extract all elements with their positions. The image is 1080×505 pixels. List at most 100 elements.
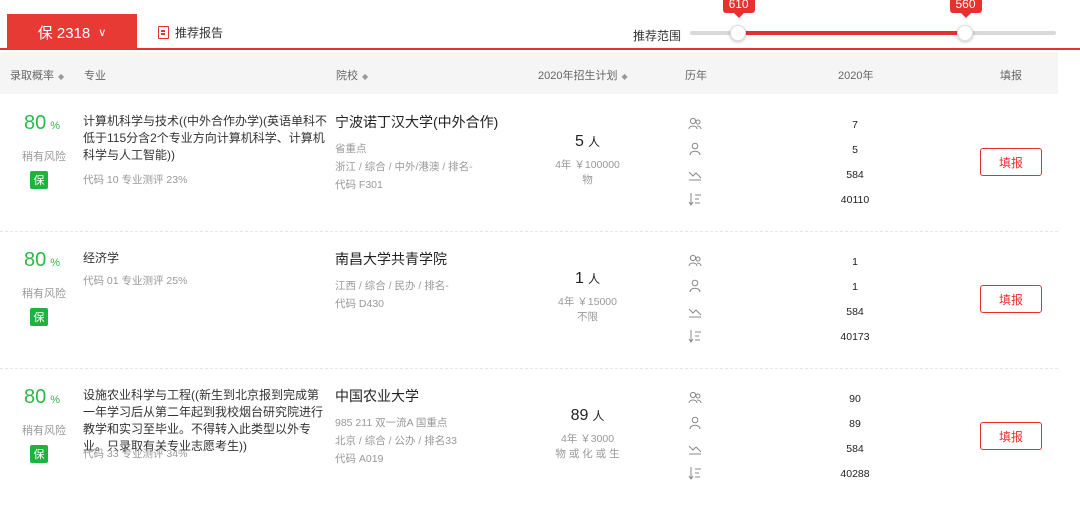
history-value: 1 [852,281,858,293]
chevron-down-icon: ∨ [98,27,107,39]
history-value: 89 [849,418,861,430]
plan-unit: 人 [587,135,600,149]
probability-value: 80 [24,112,47,134]
plan-count: 5人 [540,133,635,151]
report-label: 推荐报告 [175,26,224,40]
header-prob-label: 录取概率 [10,70,54,82]
school-code: 代码 A019 [335,453,384,465]
plan-count: 89 人 [540,407,635,425]
slider-fill [737,31,965,35]
header-school[interactable]: 院校 ◆ [336,67,368,83]
person-icon [688,279,702,293]
bao-badge: 保 [30,445,48,463]
school-name[interactable]: 南昌大学共青学院 [335,249,447,269]
school-tags: 985 211 双一流A 国重点 [335,417,448,429]
sort-icon: ◆ [58,72,65,81]
score-trend-icon [688,167,702,181]
recommend-report-link[interactable]: 推荐报告 [158,24,223,41]
header-year: 2020年 [838,70,874,82]
history-value: 90 [849,393,861,405]
history-value: 584 [846,443,864,455]
risk-label: 稍有风险 [22,151,66,163]
rank-sort-icon [688,192,702,206]
sort-icon: ◆ [621,72,628,81]
admit-probability: 80% [24,112,60,135]
bao-badge: 保 [30,308,48,326]
major-code: 代码 10 专业测评 23% [83,174,188,186]
risk-label: 稍有风险 [22,425,66,437]
plan-fee: 4年 ￥15000 [558,296,617,308]
major-code: 代码 01 专业测评 25% [83,275,188,287]
top-toolbar: 保 2318 ∨ 推荐报告 推荐范围 610 560 [0,0,1080,50]
plan-subject-req: 物 或 化 或 生 [555,448,620,460]
major-name[interactable]: 经济学 [83,250,328,267]
school-info: 江西 / 综合 / 民办 / 排名- [335,280,449,292]
slider-tip-high: 560 [949,0,982,18]
history-value: 584 [846,169,864,181]
fill-button[interactable]: 填报 [980,422,1042,450]
major-name[interactable]: 计算机科学与技术((中外合作办学)(英语单科不低于115分含2个专业方向计算机科… [83,113,328,164]
school-tags: 省重点 [335,143,367,155]
table-row: 80% 稍有风险保 计算机科学与技术((中外合作办学)(英语单科不低于115分含2个… [0,95,1058,232]
history-value: 40288 [840,468,870,480]
plan-fee: 4年 ￥3000 [560,433,615,445]
probability-value: 80 [24,386,47,408]
range-label: 推荐范围 [633,29,682,43]
plan-fee: 4年 ￥100000 [555,159,620,171]
school-info: 浙江 / 综合 / 中外/港澳 / 排名- [335,161,473,173]
risk-label: 稍有风险 [22,288,66,300]
major-name[interactable]: 设施农业科学与工程((新生到北京报到完成第一年学习后从第二年起到我校烟台研究院进… [83,387,328,455]
percent-sign: % [50,120,61,132]
header-history: 历年 [685,70,707,82]
plan-subject-req: 物 [582,174,593,186]
people-icon [688,391,702,405]
history-value: 5 [852,144,858,156]
table-header: 录取概率 ◆ 专业 院校 ◆ 2020年招生计划 ◆ 历年 2020年 填报 [0,52,1058,94]
school-name[interactable]: 宁波诺丁汉大学(中外合作) [335,112,498,132]
history-value: 7 [852,119,858,131]
header-fill: 填报 [1000,70,1022,82]
slider-tip-low: 610 [722,0,755,18]
plan-count-value: 1 [575,270,584,287]
history-value: 40173 [840,331,870,343]
plan-subject-req: 不限 [577,311,598,323]
table-row: 80% 稍有风险保 设施农业科学与工程((新生到北京报到完成第一年学习后从第二年起到… [0,369,1058,505]
admit-probability: 80% [24,386,60,409]
people-icon [688,254,702,268]
history-value: 40110 [840,194,870,206]
plan-unit: 人 [587,272,600,286]
header-school-label: 院校 [336,70,358,82]
fill-button[interactable]: 填报 [980,285,1042,313]
history-value: 584 [846,306,864,318]
header-plan[interactable]: 2020年招生计划 ◆ [538,67,628,83]
person-icon [688,416,702,430]
major-code: 代码 33 专业测评 34% [83,448,188,460]
plan-count-value: 5 [575,133,584,150]
sort-icon: ◆ [362,72,369,81]
school-code: 代码 D430 [335,298,385,310]
probability-value: 80 [24,249,47,271]
document-icon [158,26,169,39]
score-trend-icon [688,441,702,455]
bao-dropdown-button[interactable]: 保 2318 ∨ [7,14,137,50]
school-name[interactable]: 中国农业大学 [335,386,419,406]
table-row: 80% 稍有风险保 经济学代码 01 专业测评 25% 南昌大学共青学院江西 / 综合… [0,232,1058,369]
rank-sort-icon [688,329,702,343]
rank-sort-icon [688,466,702,480]
people-icon [688,117,702,131]
header-plan-label: 2020年招生计划 [538,70,618,82]
school-code: 代码 F301 [335,179,383,191]
score-trend-icon [688,304,702,318]
history-value: 1 [852,256,858,268]
recommend-range-slider[interactable]: 610 560 [690,0,1056,41]
plan-unit: 人 [592,409,605,423]
plan-count-value: 89 [570,407,589,424]
header-major: 专业 [84,70,106,82]
slider-handle-low[interactable]: 610 [722,0,755,41]
slider-handle-high[interactable]: 560 [949,0,982,41]
header-prob[interactable]: 录取概率 ◆ [10,67,64,83]
plan-count: 1人 [540,270,635,288]
fill-button[interactable]: 填报 [980,148,1042,176]
admit-probability: 80% [24,249,60,272]
bao-badge: 保 [30,171,48,189]
